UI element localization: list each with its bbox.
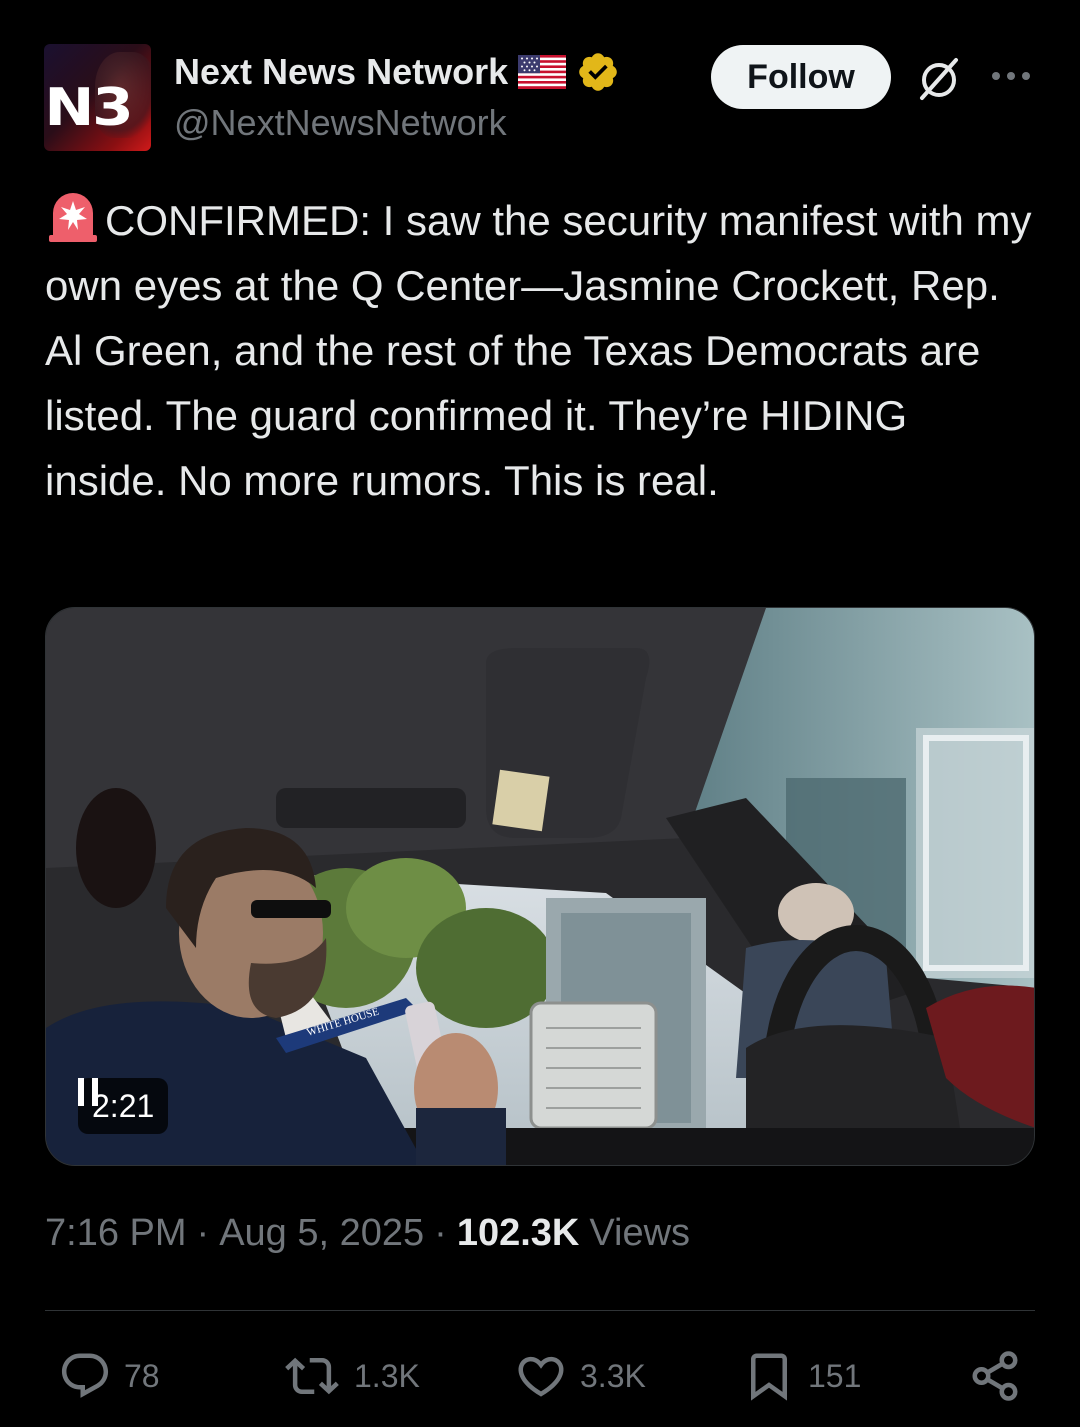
meta-separator: · xyxy=(196,1212,210,1254)
pause-icon[interactable] xyxy=(78,1078,100,1106)
follow-button[interactable]: Follow xyxy=(711,45,891,109)
repost-icon xyxy=(285,1357,339,1395)
author-display-name[interactable]: Next News Network xyxy=(174,51,508,93)
like-count: 3.3K xyxy=(580,1357,646,1394)
post: N3 Next News Network @NextNewsNetwork Fo… xyxy=(0,0,1080,1427)
us-flag-icon xyxy=(518,55,567,89)
reply-button[interactable]: 78 xyxy=(58,1348,160,1404)
author-avatar[interactable]: N3 xyxy=(44,44,151,151)
siren-emoji-icon xyxy=(49,193,97,242)
video-player[interactable]: WHITE HOUSE 2:21 xyxy=(45,607,1035,1166)
verified-badge-icon[interactable] xyxy=(576,50,620,94)
reply-icon xyxy=(61,1353,109,1398)
more-icon[interactable] xyxy=(990,64,1032,88)
repost-count: 1.3K xyxy=(354,1357,420,1394)
like-button[interactable]: 3.3K xyxy=(514,1348,646,1404)
grok-icon[interactable] xyxy=(914,54,964,104)
video-frame: WHITE HOUSE xyxy=(46,608,1034,1165)
post-meta: 7:16 PM · Aug 5, 2025 · 102.3K Views xyxy=(45,1212,690,1255)
author-handle[interactable]: @NextNewsNetwork xyxy=(174,102,507,144)
share-icon xyxy=(972,1351,1018,1401)
video-time-remaining: 2:21 xyxy=(92,1087,155,1124)
post-date[interactable]: Aug 5, 2025 xyxy=(219,1212,424,1255)
tweet-text: CONFIRMED: I saw the security manifest w… xyxy=(45,188,1035,513)
repost-button[interactable]: 1.3K xyxy=(282,1348,420,1404)
bookmark-count: 151 xyxy=(808,1357,862,1394)
views-count: 102.3K xyxy=(456,1212,580,1254)
video-timer[interactable]: 2:21 xyxy=(78,1078,169,1134)
bookmark-icon xyxy=(751,1353,787,1401)
tweet-text-content: CONFIRMED: I saw the security manifest w… xyxy=(45,197,1044,504)
post-time[interactable]: 7:16 PM xyxy=(45,1212,187,1255)
divider xyxy=(45,1310,1035,1311)
meta-separator-2: · xyxy=(434,1212,447,1254)
avatar-logo: N3 xyxy=(44,78,133,138)
author-name-row: Next News Network xyxy=(174,48,620,96)
bookmark-button[interactable]: 151 xyxy=(742,1348,861,1404)
reply-count: 78 xyxy=(124,1357,160,1394)
views-label: Views xyxy=(589,1212,691,1254)
share-button[interactable] xyxy=(968,1348,1022,1404)
like-icon xyxy=(518,1356,564,1397)
